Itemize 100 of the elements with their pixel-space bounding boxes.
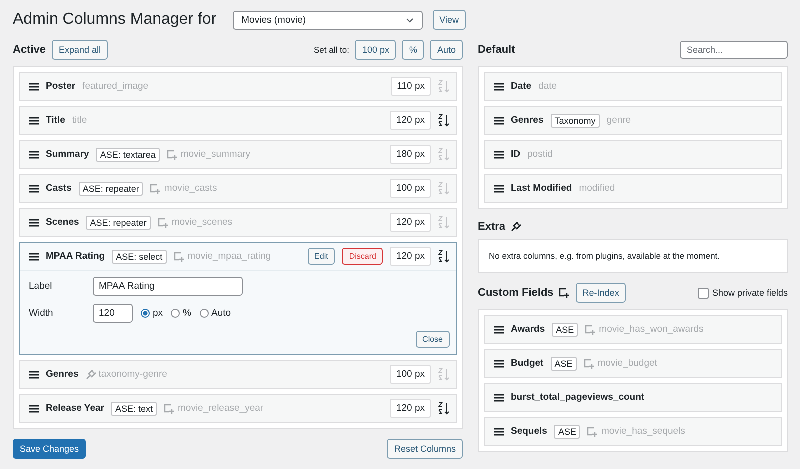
expand-all-button[interactable]: Expand all bbox=[52, 40, 108, 60]
sort-icon[interactable] bbox=[438, 250, 450, 263]
type-tag: ASE: text bbox=[111, 402, 157, 416]
column-label: Genres bbox=[511, 115, 544, 126]
radio-icon[interactable] bbox=[200, 309, 208, 318]
unit-radio[interactable]: % bbox=[171, 308, 192, 319]
drag-handle-icon[interactable] bbox=[29, 218, 39, 226]
width-field[interactable]: 100 px bbox=[390, 179, 431, 198]
column-key: featured_image bbox=[82, 81, 149, 92]
column-label: Scenes bbox=[46, 217, 80, 228]
section-title: Extra bbox=[478, 221, 506, 233]
width-input[interactable]: 120 bbox=[93, 304, 133, 323]
type-tag: ASE bbox=[550, 356, 577, 370]
column-key: movie_budget bbox=[598, 358, 658, 369]
re-index-button[interactable]: Re-Index bbox=[576, 283, 626, 303]
type-tag: ASE: repeater bbox=[86, 216, 151, 230]
plug-icon bbox=[510, 222, 521, 232]
column-label: Casts bbox=[46, 183, 72, 194]
radio-icon[interactable] bbox=[171, 309, 180, 318]
width-field[interactable]: 120 px bbox=[390, 399, 431, 418]
add-field-icon bbox=[166, 150, 178, 160]
drag-handle-icon[interactable] bbox=[494, 116, 504, 124]
column-label: Title bbox=[46, 115, 66, 126]
column-key: date bbox=[538, 81, 558, 92]
view-button[interactable]: View bbox=[432, 10, 466, 30]
drag-handle-icon[interactable] bbox=[29, 184, 39, 192]
width-field[interactable]: 120 px bbox=[390, 111, 431, 130]
type-tag: ASE: textarea bbox=[96, 148, 160, 162]
save-changes-button[interactable]: Save Changes bbox=[13, 439, 86, 459]
column-label: Genres bbox=[46, 369, 79, 380]
close-button[interactable]: Close bbox=[416, 331, 450, 348]
set-width-button[interactable]: 100 px bbox=[355, 40, 396, 60]
sort-icon[interactable] bbox=[438, 402, 450, 415]
drag-handle-icon[interactable] bbox=[29, 150, 39, 158]
add-field-icon bbox=[585, 324, 596, 334]
drag-handle-icon[interactable] bbox=[494, 326, 504, 334]
drag-handle-icon[interactable] bbox=[494, 184, 504, 192]
column-key: genre bbox=[606, 115, 632, 126]
column-key: movie_casts bbox=[164, 183, 218, 194]
plug-icon bbox=[86, 370, 96, 380]
add-field-icon bbox=[584, 358, 595, 368]
checkbox-icon[interactable] bbox=[698, 288, 710, 298]
drag-handle-icon[interactable] bbox=[494, 428, 504, 436]
column-key: movie_release_year bbox=[178, 403, 264, 414]
column-key: movie_summary bbox=[180, 149, 251, 160]
width-field[interactable]: 180 px bbox=[390, 145, 431, 164]
field-label: Width bbox=[29, 308, 54, 319]
type-tag: ASE bbox=[552, 322, 578, 336]
section-title: Default bbox=[478, 44, 516, 56]
type-tag: ASE bbox=[554, 424, 580, 438]
private-fields-checkbox[interactable]: Show private fields bbox=[698, 288, 788, 298]
sort-icon[interactable] bbox=[438, 114, 450, 127]
add-field-icon bbox=[558, 288, 570, 298]
column-key: postid bbox=[528, 149, 553, 160]
discard-button[interactable]: Discard bbox=[342, 248, 384, 265]
section-title: Active bbox=[13, 44, 46, 56]
type-tag: ASE: repeater bbox=[78, 182, 144, 196]
column-label: Sequels bbox=[511, 426, 548, 437]
width-field[interactable]: 120 px bbox=[390, 213, 431, 232]
edit-button[interactable]: Edit bbox=[308, 248, 336, 265]
column-label: burst_total_pageviews_count bbox=[511, 392, 645, 403]
page-title: Admin Columns Manager for bbox=[13, 11, 217, 29]
label-input[interactable]: MPAA Rating bbox=[93, 277, 243, 296]
column-label: Release Year bbox=[46, 403, 104, 414]
section-title: Custom Fields bbox=[478, 287, 554, 299]
drag-handle-icon[interactable] bbox=[494, 394, 504, 402]
column-label: Awards bbox=[511, 324, 546, 335]
add-field-icon bbox=[174, 252, 185, 262]
width-field[interactable]: 100 px bbox=[390, 365, 431, 384]
column-key: title bbox=[72, 115, 88, 126]
search-field[interactable]: Search... bbox=[680, 41, 788, 59]
width-field[interactable]: 110 px bbox=[391, 77, 431, 96]
field-label: Label bbox=[29, 281, 54, 292]
post-type-select[interactable]: Movies (movie) bbox=[232, 10, 423, 30]
column-label: Poster bbox=[46, 81, 76, 92]
add-field-icon bbox=[587, 426, 598, 436]
column-label: Budget bbox=[511, 358, 544, 369]
column-label: ID bbox=[511, 149, 520, 160]
chevron-down-icon bbox=[406, 18, 414, 22]
drag-handle-icon[interactable] bbox=[494, 360, 504, 368]
width-field[interactable]: 120 px bbox=[390, 247, 431, 266]
radio-icon[interactable] bbox=[141, 309, 150, 318]
drag-handle-icon[interactable] bbox=[494, 82, 504, 90]
unit-radio[interactable]: px bbox=[141, 308, 164, 319]
add-field-icon bbox=[158, 218, 169, 228]
unit-radio[interactable]: Auto bbox=[200, 308, 232, 319]
set-width-button[interactable]: Auto bbox=[430, 40, 463, 60]
set-width-button[interactable]: % bbox=[402, 40, 424, 60]
drag-handle-icon[interactable] bbox=[494, 150, 504, 158]
drag-handle-icon[interactable] bbox=[29, 82, 39, 90]
empty-message: No extra columns, e.g. from plugins, available at the moment. bbox=[478, 239, 788, 273]
reset-columns-button[interactable]: Reset Columns bbox=[387, 439, 463, 459]
column-key: taxonomy-genre bbox=[98, 369, 168, 380]
column-key: movie_has_won_awards bbox=[599, 324, 704, 335]
drag-handle-icon[interactable] bbox=[29, 116, 39, 124]
drag-handle-icon[interactable] bbox=[29, 404, 39, 412]
drag-handle-icon[interactable] bbox=[29, 370, 39, 378]
drag-handle-icon[interactable] bbox=[29, 252, 39, 260]
type-tag: ASE: select bbox=[112, 250, 167, 264]
column-key: movie_scenes bbox=[172, 217, 233, 228]
